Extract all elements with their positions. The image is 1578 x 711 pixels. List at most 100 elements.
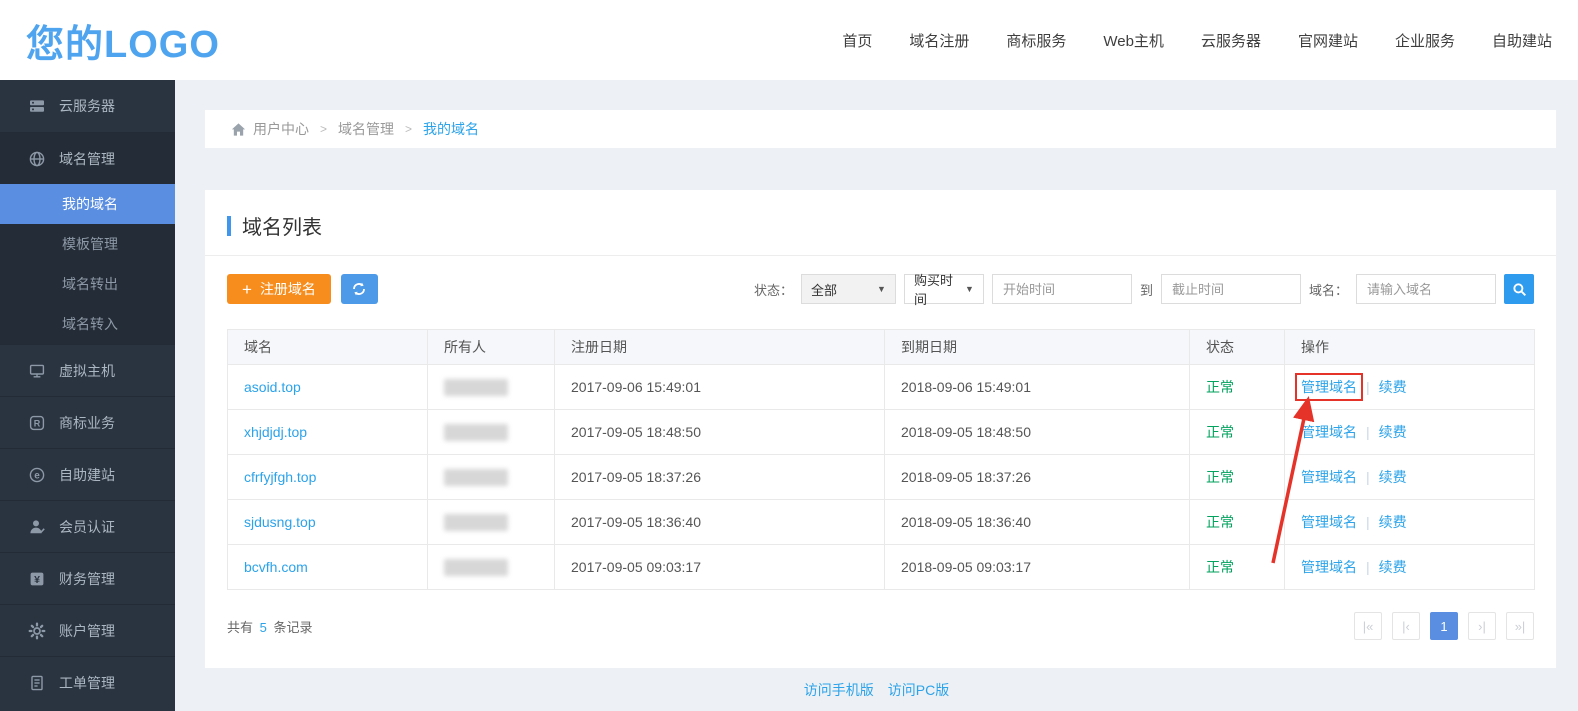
- refresh-icon: [351, 281, 367, 297]
- page-button-last[interactable]: »|: [1506, 612, 1534, 640]
- top-header: 您的LOGO 首页 域名注册 商标服务 Web主机 云服务器 官网建站 企业服务 自助建站: [0, 0, 1578, 80]
- site-logo[interactable]: 您的LOGO: [26, 13, 220, 68]
- expire-date: 2018-09-05 18:36:40: [885, 500, 1190, 545]
- sidebar-item[interactable]: 域名转入: [0, 304, 175, 344]
- domain-search-input[interactable]: [1356, 274, 1496, 304]
- renew-link[interactable]: 续费: [1379, 379, 1407, 395]
- footer-link[interactable]: 访问PC版: [888, 682, 949, 698]
- sidebar-item[interactable]: e自助建站: [0, 448, 175, 500]
- status-filter-label: 状态：: [754, 280, 793, 299]
- registered-date: 2017-09-06 15:49:01: [555, 365, 885, 410]
- record-count-suffix: 条记录: [270, 620, 313, 635]
- end-date-input[interactable]: [1161, 274, 1301, 304]
- domain-list-panel: 域名列表 + 注册域名: [205, 190, 1556, 668]
- sidebar-item-label: 虚拟主机: [59, 361, 115, 381]
- registered-date: 2017-09-05 18:48:50: [555, 410, 885, 455]
- domain-link[interactable]: asoid.top: [244, 379, 301, 395]
- breadcrumb-separator: >: [320, 122, 327, 136]
- sidebar-item[interactable]: 会员认证: [0, 500, 175, 552]
- sidebar-item[interactable]: ¥ 财务管理: [0, 552, 175, 604]
- nav-item[interactable]: 首页: [842, 30, 872, 51]
- manage-domain-link[interactable]: 管理域名: [1301, 379, 1357, 395]
- owner-redacted: [444, 379, 508, 396]
- status-badge: 正常: [1206, 379, 1234, 395]
- register-domain-button[interactable]: + 注册域名: [227, 274, 331, 304]
- page-button-first[interactable]: |«: [1354, 612, 1382, 640]
- sidebar-item-label: 云服务器: [59, 96, 115, 116]
- column-header: 状态: [1190, 330, 1285, 365]
- manage-domain-link[interactable]: 管理域名: [1301, 514, 1357, 530]
- expire-date: 2018-09-05 18:37:26: [885, 455, 1190, 500]
- expire-date: 2018-09-06 15:49:01: [885, 365, 1190, 410]
- host-icon: [28, 362, 46, 380]
- status-badge: 正常: [1206, 559, 1234, 575]
- toolbar-buttons: + 注册域名: [227, 274, 378, 304]
- manage-domain-link[interactable]: 管理域名: [1301, 469, 1357, 485]
- refresh-button[interactable]: [341, 274, 378, 304]
- manage-domain-link[interactable]: 管理域名: [1301, 559, 1357, 575]
- renew-link[interactable]: 续费: [1379, 514, 1407, 530]
- page-button-next[interactable]: ›|: [1468, 612, 1496, 640]
- sidebar-item-label: 我的域名: [62, 194, 118, 214]
- domain-link[interactable]: xhjdjdj.top: [244, 424, 307, 440]
- search-button[interactable]: [1504, 274, 1534, 304]
- sidebar-item[interactable]: 域名转出: [0, 264, 175, 304]
- svg-text:¥: ¥: [34, 574, 40, 586]
- action-separator: |: [1366, 559, 1370, 575]
- sidebar-item[interactable]: 模板管理: [0, 224, 175, 264]
- finance-icon: ¥: [28, 570, 46, 588]
- nav-item[interactable]: 域名注册: [909, 30, 969, 51]
- sidebar-item[interactable]: 工单管理: [0, 656, 175, 708]
- nav-item[interactable]: 企业服务: [1395, 30, 1455, 51]
- manage-domain-link[interactable]: 管理域名: [1301, 424, 1357, 440]
- breadcrumb-item-domain-management[interactable]: 域名管理: [338, 119, 394, 139]
- expire-date: 2018-09-05 09:03:17: [885, 545, 1190, 590]
- sidebar-item[interactable]: 域名管理: [0, 132, 175, 184]
- sidebar-item[interactable]: 我的域名: [0, 184, 175, 224]
- nav-item[interactable]: 商标服务: [1006, 30, 1066, 51]
- main-content: 用户中心 > 域名管理 > 我的域名 域名列表 + 注册域名: [175, 80, 1578, 711]
- status-select[interactable]: 全部 ▼: [801, 274, 896, 304]
- sidebar-item-label: 财务管理: [59, 569, 115, 589]
- nav-item[interactable]: 云服务器: [1201, 30, 1261, 51]
- sidebar-item[interactable]: 虚拟主机: [0, 344, 175, 396]
- sidebar-item-label: 商标业务: [59, 413, 115, 433]
- sidebar-item[interactable]: R商标业务: [0, 396, 175, 448]
- nav-item[interactable]: 官网建站: [1298, 30, 1358, 51]
- breadcrumb-home[interactable]: 用户中心: [231, 119, 309, 139]
- domain-link[interactable]: cfrfyjfgh.top: [244, 469, 316, 485]
- renew-link[interactable]: 续费: [1379, 424, 1407, 440]
- renew-link[interactable]: 续费: [1379, 469, 1407, 485]
- panel-header: 域名列表: [205, 190, 1556, 256]
- footer-link[interactable]: 访问手机版: [804, 682, 874, 698]
- sidebar-item-label: 会员认证: [59, 517, 115, 537]
- register-domain-label: 注册域名: [260, 279, 316, 299]
- renew-link[interactable]: 续费: [1379, 559, 1407, 575]
- nav-item[interactable]: Web主机: [1103, 30, 1164, 51]
- start-date-input[interactable]: [992, 274, 1132, 304]
- gear-icon: [28, 622, 46, 640]
- column-header: 所有人: [428, 330, 555, 365]
- globe-icon: [28, 150, 46, 168]
- nav-item[interactable]: 自助建站: [1492, 30, 1552, 51]
- domain-link[interactable]: bcvfh.com: [244, 559, 308, 575]
- ebuild-icon: e: [28, 466, 46, 484]
- expire-date: 2018-09-05 18:48:50: [885, 410, 1190, 455]
- owner-redacted: [444, 469, 508, 486]
- svg-text:e: e: [34, 470, 40, 481]
- record-count-value: 5: [260, 620, 267, 635]
- column-header: 注册日期: [555, 330, 885, 365]
- table-row: sjdusng.top2017-09-05 18:36:402018-09-05…: [228, 500, 1535, 545]
- time-type-select[interactable]: 购买时间 ▼: [904, 274, 984, 304]
- domain-link[interactable]: sjdusng.top: [244, 514, 316, 530]
- pagination: |« |‹ 1 ›| »|: [1354, 612, 1534, 640]
- user-check-icon: [28, 518, 46, 536]
- page-button-page[interactable]: 1: [1430, 612, 1458, 640]
- page-button-prev[interactable]: |‹: [1392, 612, 1420, 640]
- sidebar: 云服务器域名管理我的域名模板管理域名转出域名转入虚拟主机 R商标业务e自助建站会员…: [0, 80, 175, 711]
- table-header-row: 域名所有人注册日期到期日期状态操作: [228, 330, 1535, 365]
- sidebar-item[interactable]: 账户管理: [0, 604, 175, 656]
- owner-redacted: [444, 514, 508, 531]
- sidebar-item[interactable]: 云服务器: [0, 80, 175, 132]
- record-count-prefix: 共有: [227, 620, 257, 635]
